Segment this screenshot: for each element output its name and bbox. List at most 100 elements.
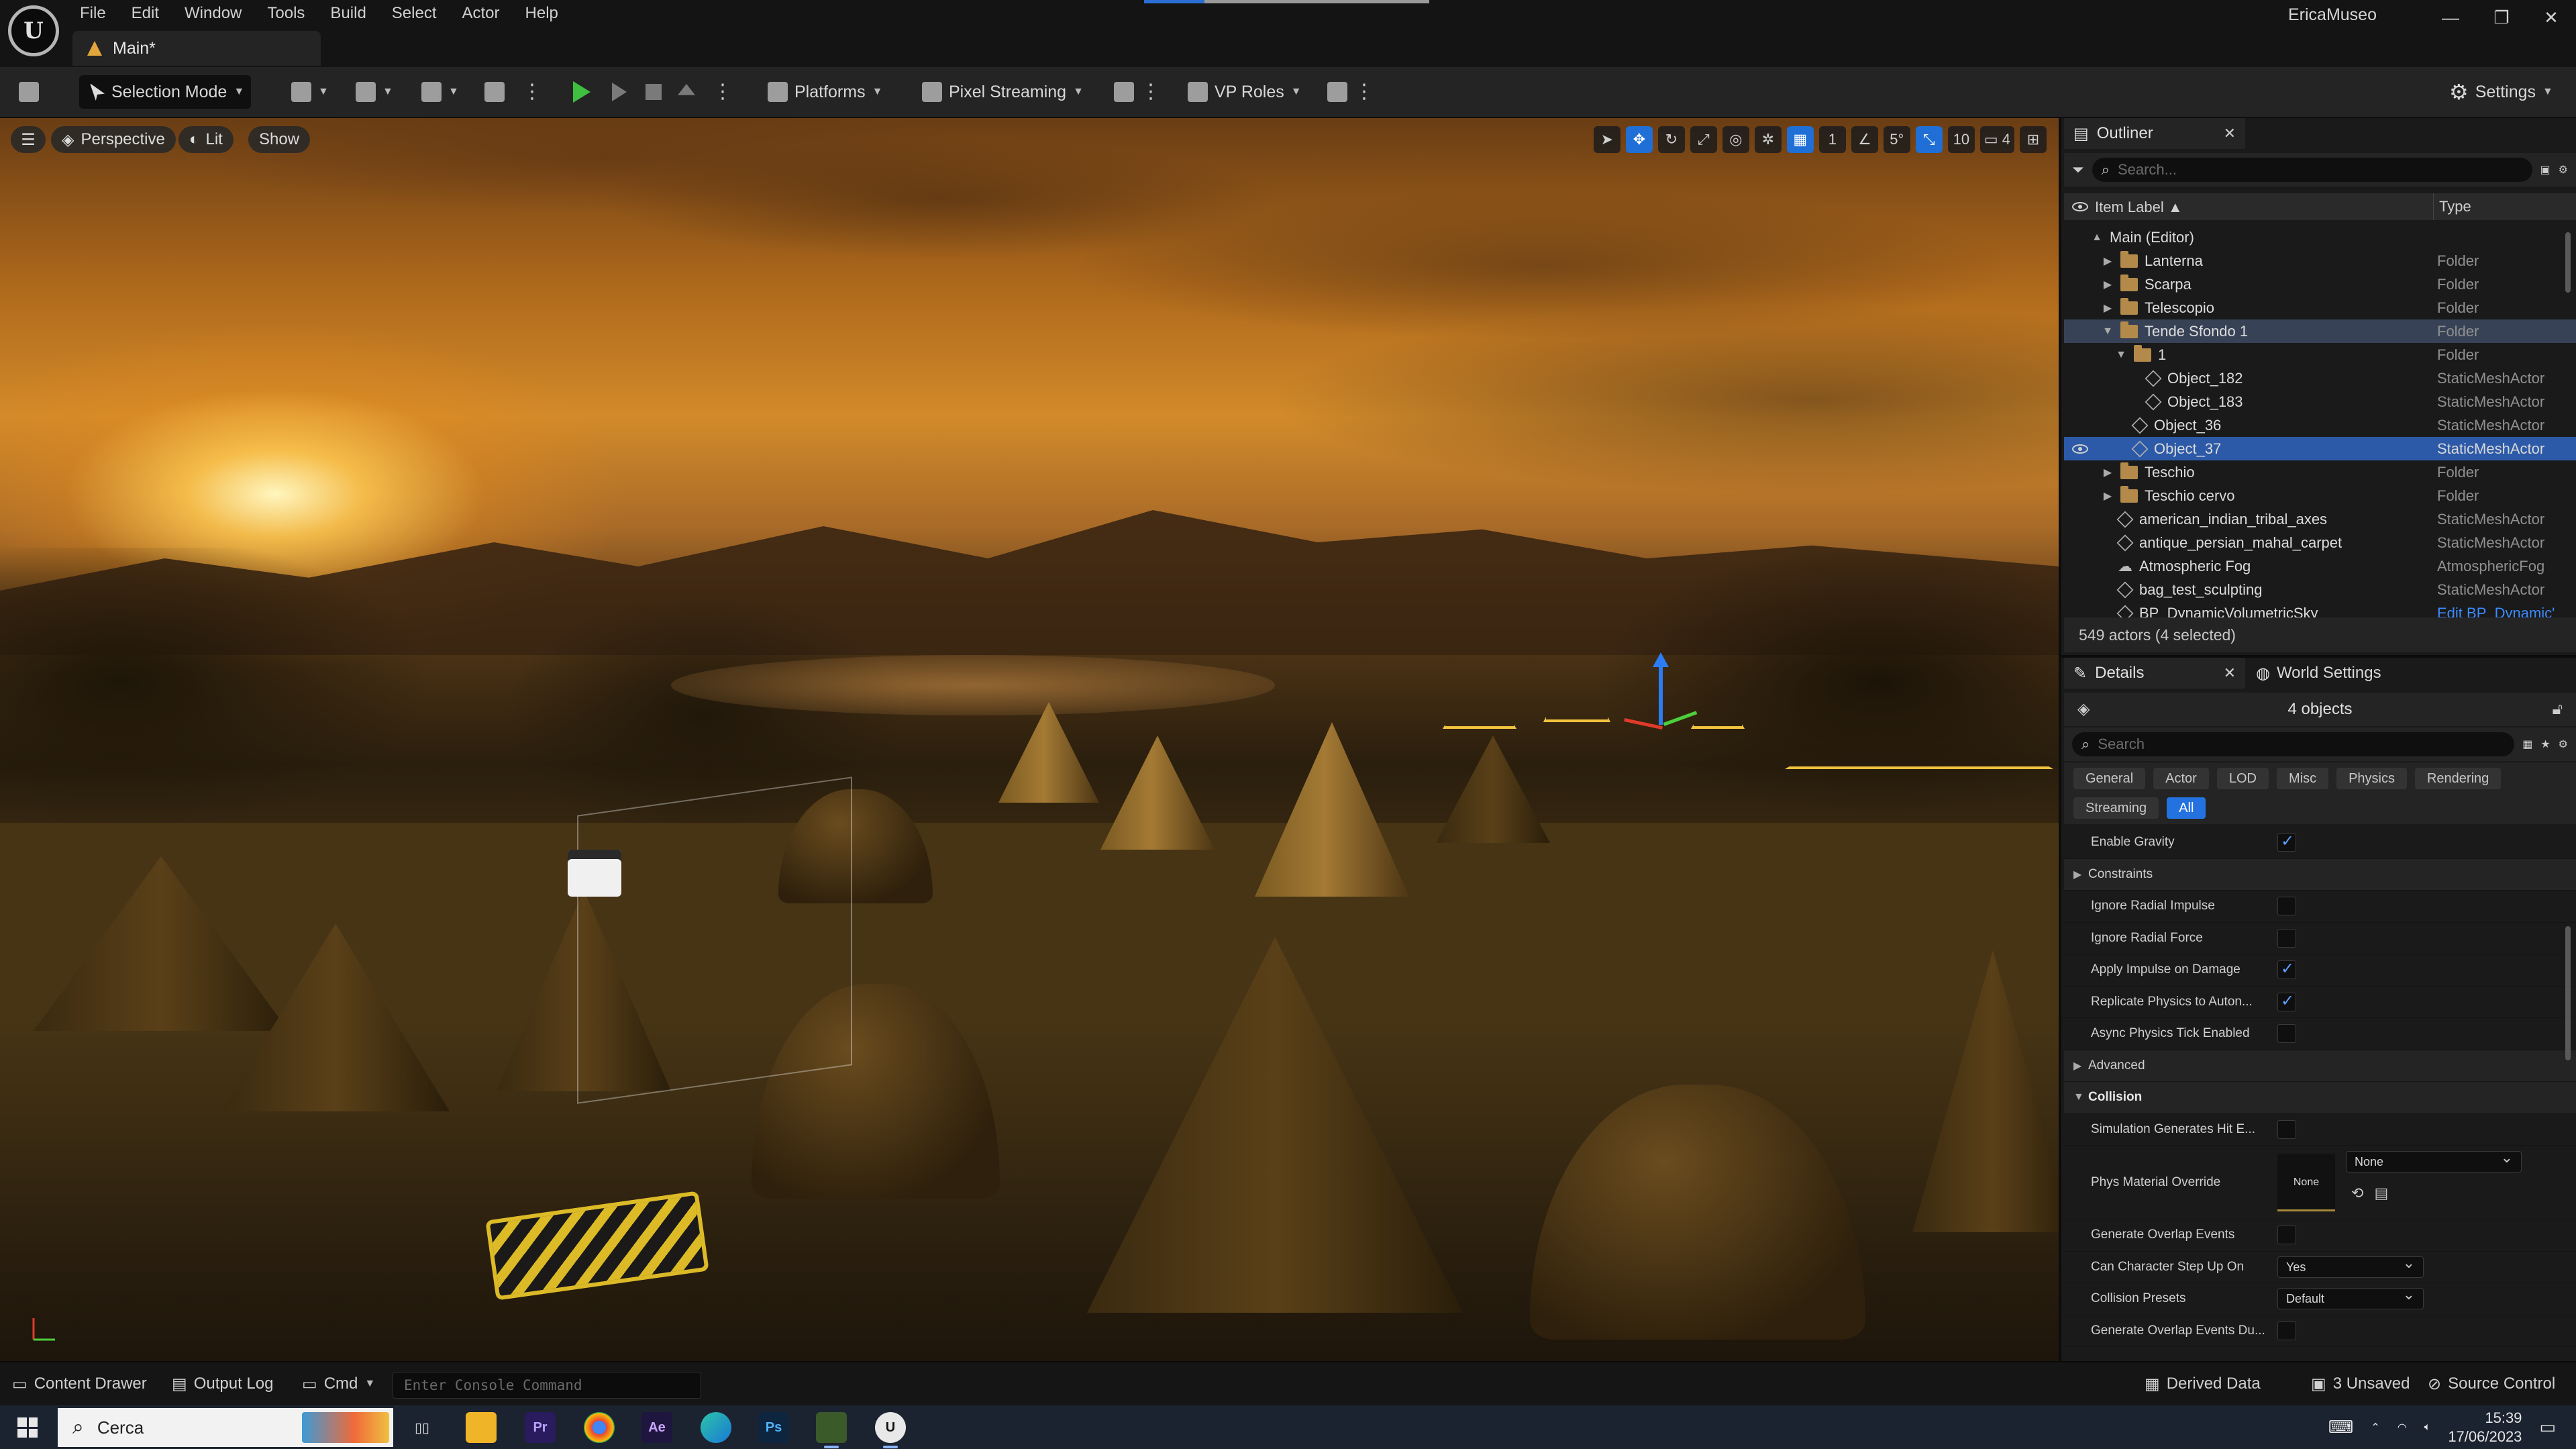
user-name[interactable]: EricaMuseo [2288,5,2377,25]
tree-row[interactable]: ▲ Main (Editor) [2064,226,2576,249]
scale-snap-value[interactable]: 10 [1947,126,1975,153]
windows-search-box[interactable]: ⌕ Cerca [58,1408,393,1447]
section-header[interactable]: ▶ Advanced [2064,1050,2576,1082]
outliner-tab[interactable]: ▤ Outliner ✕ [2064,118,2245,149]
viewport-menu-button[interactable]: ☰ [11,126,46,153]
cmd-dropdown[interactable]: ▭ Cmd ▼ [302,1372,375,1396]
wifi-icon[interactable]: ◠ [2398,1421,2407,1434]
eject-button[interactable] [678,75,695,109]
tree-row[interactable]: ▶ Scarpa Folder [2064,272,2576,296]
unreal-engine-icon[interactable]: U [875,1412,906,1448]
scale-tool-button[interactable]: ⤢ [1690,126,1717,153]
visibility-icon[interactable] [2072,202,2088,211]
collision-presets-dropdown[interactable]: Default [2277,1285,2424,1310]
replicate-physics-checkbox[interactable] [2277,991,2296,1011]
restore-button[interactable]: ❐ [2488,4,2515,31]
scale-snap-button[interactable]: ⤡ [1915,126,1943,153]
keyboard-icon[interactable]: ⌨ [2328,1417,2354,1438]
tree-row[interactable]: Object_182 StaticMeshActor [2064,366,2576,390]
section-header[interactable]: ▶ Constraints [2064,858,2576,891]
settings-dropdown[interactable]: ⚙ Settings ▼ [2449,75,2553,109]
stop-button[interactable] [646,75,662,109]
filter-misc[interactable]: Misc [2276,768,2329,789]
tree-row[interactable]: american_indian_tribal_axes StaticMeshAc… [2064,507,2576,531]
async-physics-checkbox[interactable] [2277,1024,2296,1044]
details-search-input[interactable]: ⌕ Search [2072,732,2515,756]
visibility-icon[interactable] [2072,444,2088,454]
unreal-logo-icon[interactable]: U [8,5,59,56]
add-actor-button[interactable]: ▼ [291,75,329,109]
clock[interactable]: 15:39 17/06/2023 [2448,1409,2522,1446]
play-options-button[interactable]: ⋮ [713,75,733,109]
menu-actor[interactable]: Actor [450,0,513,27]
star-icon[interactable]: ★ [2540,738,2550,751]
windows-start-icon[interactable] [17,1417,38,1438]
select-tool-button[interactable]: ➤ [1593,126,1620,153]
tree-row[interactable]: Object_36 StaticMeshActor [2064,413,2576,437]
more-options-button[interactable]: ⋮ [522,75,542,109]
camera-speed-button[interactable]: ▭ 4 [1979,126,2014,153]
menu-help[interactable]: Help [513,0,571,27]
perspective-button[interactable]: ◈ Perspective [51,126,176,153]
phys-material-dropdown[interactable]: None [2346,1148,2522,1172]
rotate-tool-button[interactable]: ↻ [1657,126,1685,153]
section-header[interactable]: ▼ Collision [2064,1082,2576,1114]
filter-rendering[interactable]: Rendering [2414,768,2502,789]
lock-icon[interactable]: 🔓︎ [2552,693,2563,726]
level-viewport[interactable]: ☰ ◈ Perspective ◐ Lit Show ➤ ✥ ↻ ⤢ ◎ ✲ ▦… [0,118,2059,1361]
rotation-snap-icon[interactable]: ∠ [1851,126,1878,153]
cine-camera-bounds[interactable] [577,777,852,1104]
tree-row[interactable]: ▶ Telescopio Folder [2064,296,2576,319]
lit-button[interactable]: ◐ Lit [178,126,234,153]
filter-icon[interactable]: ⏷ [2072,161,2084,179]
world-local-button[interactable]: ◎ [1722,126,1749,153]
column-item-label[interactable]: Item Label ▲ [2095,199,2183,216]
chrome-icon[interactable] [584,1412,615,1443]
filter-lod[interactable]: LOD [2216,768,2269,789]
pixel-streaming-dropdown[interactable]: Pixel Streaming ▼ [922,75,1084,109]
filter-actor[interactable]: Actor [2153,768,2209,789]
step-up-dropdown[interactable]: Yes [2277,1253,2424,1278]
menu-tools[interactable]: Tools [254,0,317,27]
chevron-right-icon[interactable]: ▶ [2102,301,2114,315]
outliner-scrollbar[interactable] [2565,232,2571,293]
chevron-down-icon[interactable]: ▼ [2115,349,2127,361]
save-button[interactable] [19,75,39,109]
table-view-icon[interactable]: ▦ [2522,738,2532,751]
close-icon[interactable]: ✕ [2224,664,2236,682]
use-selected-icon[interactable]: ⟲ [2351,1185,2363,1202]
cinematics-button[interactable]: ▼ [421,75,459,109]
tree-row[interactable]: Object_183 StaticMeshActor [2064,390,2576,413]
menu-window[interactable]: Window [172,0,254,27]
tree-row[interactable]: ▼ 1 Folder [2064,343,2576,366]
tree-row[interactable]: ☁ Atmospheric Fog AtmosphericFog [2064,554,2576,578]
tree-row[interactable]: ▼ Tende Sfondo 1 Folder [2064,319,2576,343]
premiere-pro-icon[interactable]: Pr [525,1412,556,1443]
unsaved-button[interactable]: ▣ 3 Unsaved [2311,1372,2410,1396]
layout-button[interactable]: ⊞ [2020,126,2047,153]
material-thumbnail[interactable]: None [2277,1154,2335,1211]
modes-button[interactable] [484,75,505,109]
rotation-snap-value[interactable]: 5° [1883,126,1910,153]
chevron-right-icon[interactable]: ▶ [2102,489,2114,503]
chevron-right-icon[interactable]: ▶ [2102,254,2114,268]
vcam-button[interactable]: ⋮ [1327,75,1374,109]
minimize-button[interactable]: — [2437,4,2464,31]
after-effects-icon[interactable]: Ae [641,1412,672,1443]
ignore-radial-force-checkbox[interactable] [2277,928,2296,948]
browse-icon[interactable]: ▤ [2374,1185,2388,1202]
outliner-search-input[interactable]: ⌕ Search... [2092,158,2532,182]
derived-data-button[interactable]: ▦ Derived Data [2145,1372,2261,1396]
tree-row[interactable]: antique_persian_mahal_carpet StaticMeshA… [2064,531,2576,554]
tree-row[interactable]: ▶ Lanterna Folder [2064,249,2576,272]
edge-icon[interactable] [701,1412,731,1443]
details-tab[interactable]: ✎ Details ✕ [2064,658,2245,689]
gizmo-z-arrow[interactable] [1653,652,1669,725]
grid-snap-button[interactable]: ▦ [1786,126,1814,153]
add-folder-icon[interactable]: ▣ [2540,163,2551,177]
grid-snap-value[interactable]: 1 [1818,126,1846,153]
menu-edit[interactable]: Edit [119,0,172,27]
play-button[interactable] [573,75,590,109]
menu-file[interactable]: File [67,0,119,27]
notifications-icon[interactable]: ▭ [2539,1417,2556,1438]
